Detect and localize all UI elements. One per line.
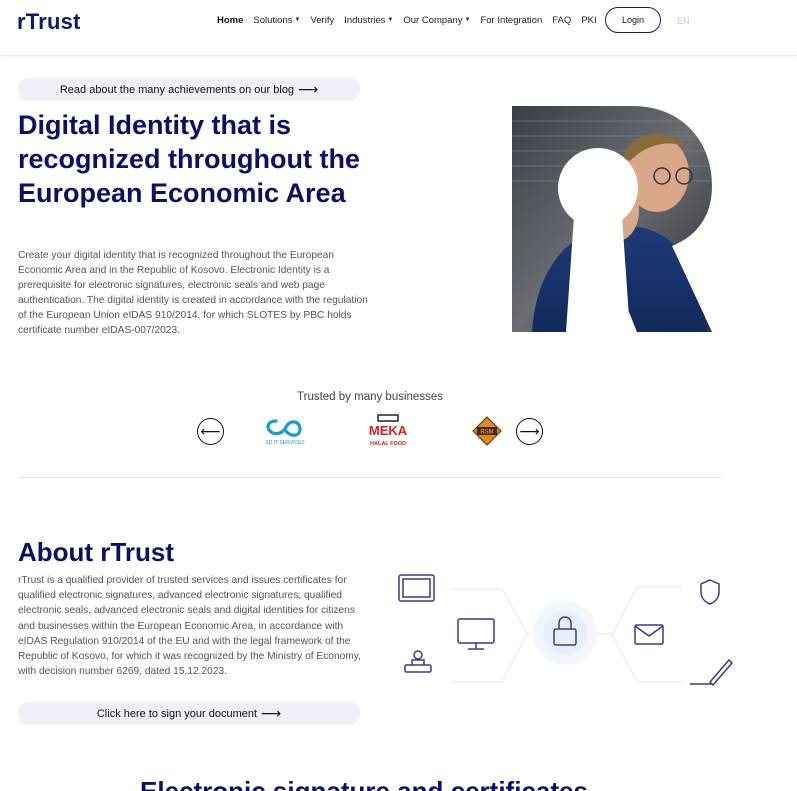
- site-header: rTrust Home Solutions ▼ Verify Industries…: [0, 0, 797, 56]
- envelope-icon: [634, 624, 664, 645]
- rtrust-logo[interactable]: rTrust: [17, 9, 81, 35]
- chevron-down-icon: ▼: [464, 16, 471, 23]
- about-title: About rTrust: [18, 537, 174, 567]
- carousel-next-button[interactable]: ⟶: [516, 418, 543, 445]
- blog-link-button[interactable]: Read about the many achievements on our …: [18, 78, 360, 101]
- arrow-right-icon: ⟶: [298, 81, 319, 97]
- brand-text: SD IT SERVICES: [265, 440, 305, 446]
- brand-logo-rsm: RSM: [472, 416, 502, 446]
- about-description: rTrust is a qualified provider of truste…: [18, 575, 361, 678]
- nav-solutions[interactable]: Solutions ▼: [253, 15, 300, 26]
- chevron-down-icon: ▼: [387, 16, 394, 23]
- next-section-title: Electronic signature and certificates: [140, 776, 588, 791]
- sign-document-button[interactable]: Click here to sign your document ⟶: [18, 702, 360, 725]
- blog-link-label: Read about the many achievements on our …: [59, 83, 295, 96]
- certificate-icon: [398, 574, 435, 602]
- nav-industries[interactable]: Industries ▼: [344, 15, 393, 26]
- pen-icon: [690, 658, 734, 687]
- brand-text: RSM: [480, 430, 493, 436]
- arrow-left-icon: ⟵: [200, 423, 221, 439]
- language-switcher[interactable]: EN: [677, 16, 690, 26]
- chevron-down-icon: ▼: [294, 16, 301, 23]
- trusted-by-label: Trusted by many businesses: [297, 391, 443, 403]
- nav-home[interactable]: Home: [217, 15, 243, 26]
- monitor-icon: [457, 618, 495, 650]
- brand-text: MEKA: [369, 423, 408, 438]
- brand-logo-meka: MEKA HALAL FOOD: [369, 414, 408, 447]
- login-button[interactable]: Login: [605, 7, 661, 33]
- main-nav: Home Solutions ▼ Verify Industries ▼ Our C…: [217, 13, 597, 27]
- section-divider: [18, 477, 721, 478]
- nav-our-company[interactable]: Our Company ▼: [403, 15, 470, 26]
- hero-r-photo: [512, 106, 712, 332]
- sign-document-label: Click here to sign your document: [96, 707, 258, 720]
- stamp-icon: [404, 650, 432, 673]
- brand-subtext: HALAL FOOD: [370, 441, 406, 447]
- hero-description: Create your digital identity that is rec…: [18, 250, 368, 336]
- hero-title: Digital Identity that is recognized thro…: [18, 110, 360, 208]
- arrow-right-icon: ⟶: [519, 423, 540, 439]
- shield-icon: [700, 579, 720, 605]
- arrow-right-icon: ⟶: [261, 705, 282, 721]
- carousel-prev-button[interactable]: ⟵: [197, 418, 224, 445]
- nav-verify[interactable]: Verify: [310, 15, 334, 26]
- brand-logo-sd-it-services: SD IT SERVICES: [265, 419, 305, 446]
- trust-services-diagram: [398, 574, 734, 687]
- nav-faq[interactable]: FAQ: [552, 15, 571, 26]
- nav-for-integration[interactable]: For Integration: [480, 15, 542, 26]
- nav-pki[interactable]: PKI: [581, 15, 596, 26]
